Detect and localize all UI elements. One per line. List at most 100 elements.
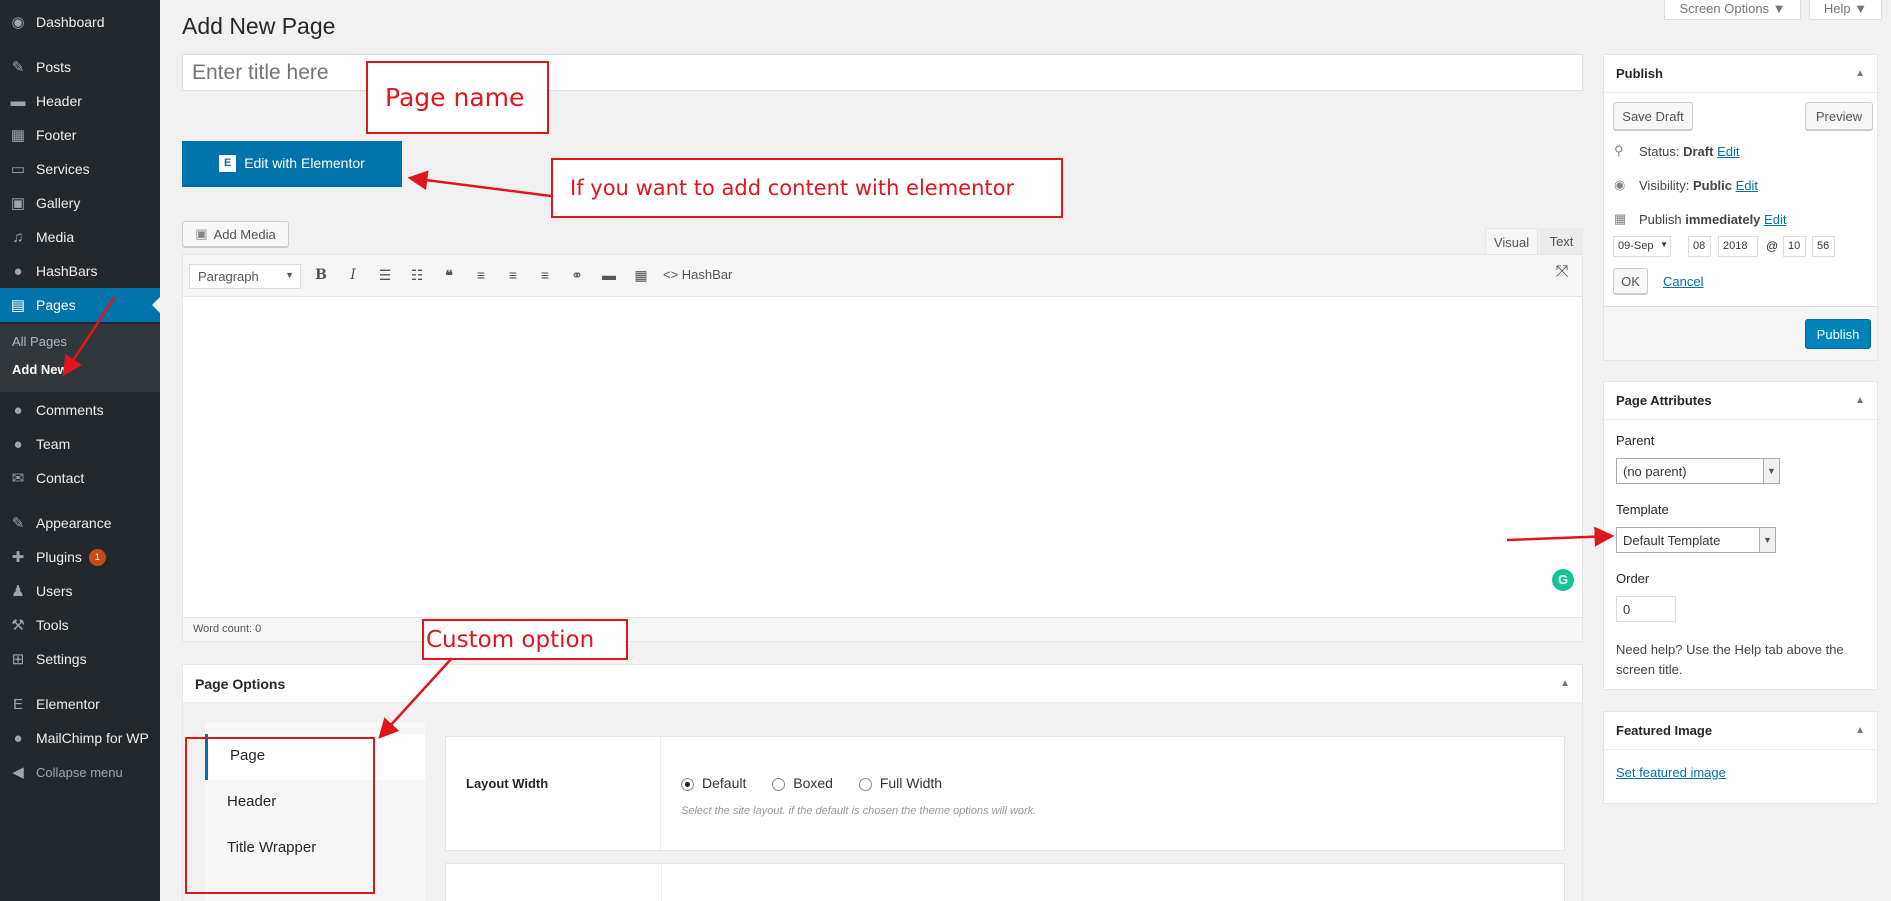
hashbar-button[interactable]: <> HashBar <box>663 267 732 282</box>
sidebar-item-label: Elementor <box>36 696 100 712</box>
hour-value: 10 <box>1788 240 1801 252</box>
read-more-icon[interactable]: ▬ <box>599 267 619 283</box>
edit-with-elementor-button[interactable]: E Edit with Elementor <box>182 141 402 187</box>
status-label: Status: <box>1639 143 1680 159</box>
sidebar-item-dashboard[interactable]: ◉ Dashboard <box>0 5 160 39</box>
numbered-list-icon[interactable]: ☷ <box>407 267 427 284</box>
gallery-icon: ▣ <box>10 195 26 212</box>
page-options-header[interactable]: Page Options ▲ <box>183 665 1582 703</box>
save-draft-button[interactable]: Save Draft <box>1613 102 1693 130</box>
next-option-row <box>445 863 1565 901</box>
set-featured-image-link[interactable]: Set featured image <box>1616 765 1726 780</box>
align-left-icon[interactable]: ≡ <box>471 267 491 283</box>
collapse-arrow-icon[interactable]: ▲ <box>1855 68 1865 79</box>
template-label: Template <box>1616 502 1669 517</box>
month-select[interactable]: 09-Sep ▼ <box>1613 236 1671 257</box>
screen-options-button[interactable]: Screen Options ▼ <box>1664 0 1801 20</box>
page-attributes-header[interactable]: Page Attributes ▲ <box>1604 382 1877 420</box>
sidebar-item-users[interactable]: ♟ Users <box>0 574 160 608</box>
sidebar-item-tools[interactable]: ⚒ Tools <box>0 608 160 642</box>
cancel-link[interactable]: Cancel <box>1663 274 1703 289</box>
toolbar-toggle-icon[interactable]: ▦ <box>631 267 651 284</box>
page-options-body: Page Header Title Wrapper Layout Width D… <box>183 703 1582 901</box>
blockquote-icon[interactable]: ❝ <box>439 267 459 284</box>
radio-default[interactable]: Default <box>681 775 746 791</box>
radio-boxed[interactable]: Boxed <box>772 775 833 791</box>
format-select[interactable]: Paragraph ▼ <box>189 264 301 289</box>
radio-full-width-circle[interactable] <box>858 777 872 791</box>
minute-input[interactable]: 56 <box>1812 236 1835 257</box>
submenu-all-pages[interactable]: All Pages <box>12 334 67 349</box>
edit-status-link[interactable]: Edit <box>1717 144 1739 159</box>
submenu-add-new[interactable]: Add New <box>12 362 68 377</box>
content-editor[interactable]: Paragraph ▼ B I ☰ ☷ ❝ ≡ ≡ ≡ ⚭ ▬ ▦ <> Hash… <box>182 254 1583 642</box>
row-divider <box>661 864 662 901</box>
day-value: 08 <box>1693 240 1706 252</box>
collapse-arrow-icon[interactable]: ▲ <box>1855 725 1865 736</box>
sidebar-item-hashbars[interactable]: ● HashBars <box>0 254 160 288</box>
radio-boxed-circle[interactable] <box>772 777 786 791</box>
hour-input[interactable]: 10 <box>1783 236 1806 257</box>
featured-image-header[interactable]: Featured Image ▲ <box>1604 712 1877 750</box>
sidebar-item-team[interactable]: ● Team <box>0 427 160 461</box>
help-label: Help ▼ <box>1823 1 1868 16</box>
format-select-value: Paragraph <box>198 269 259 284</box>
grammarly-icon[interactable]: G <box>1552 569 1574 591</box>
parent-select[interactable]: (no parent) ▼ <box>1616 458 1780 484</box>
publish-header[interactable]: Publish ▲ <box>1604 55 1877 93</box>
publish-button[interactable]: Publish <box>1805 319 1871 349</box>
italic-icon[interactable]: I <box>343 267 363 283</box>
sidebar-item-contact[interactable]: ✉ Contact <box>0 461 160 495</box>
template-select[interactable]: Default Template ▼ <box>1616 527 1776 553</box>
tab-visual[interactable]: Visual <box>1485 228 1538 255</box>
media-icon: ▣ <box>195 226 208 241</box>
pages-submenu: All Pages Add New <box>0 324 160 392</box>
sidebar-item-elementor[interactable]: E Elementor <box>0 687 160 721</box>
sidebar-item-media[interactable]: ♫ Media <box>0 220 160 254</box>
day-input[interactable]: 08 <box>1688 236 1711 257</box>
sidebar-item-settings[interactable]: ⊞ Settings <box>0 642 160 676</box>
ok-label: OK <box>1621 273 1640 289</box>
align-right-icon[interactable]: ≡ <box>535 267 555 283</box>
bullet-list-icon[interactable]: ☰ <box>375 267 395 284</box>
fullscreen-icon[interactable]: ⤧ <box>1552 263 1572 281</box>
order-value: 0 <box>1623 602 1631 617</box>
status-row: ⚲ Status: Draft Edit <box>1614 143 1739 159</box>
sidebar-item-gallery[interactable]: ▣ Gallery <box>0 186 160 220</box>
edit-publish-link[interactable]: Edit <box>1764 212 1786 227</box>
bold-icon[interactable]: B <box>311 267 331 283</box>
collapse-arrow-icon[interactable]: ▲ <box>1855 395 1865 406</box>
sidebar-item-label: Media <box>36 229 75 245</box>
sidebar-item-comments[interactable]: ● Comments <box>0 393 160 427</box>
sidebar-item-footer[interactable]: ▦ Footer <box>0 118 160 152</box>
order-input[interactable]: 0 <box>1616 596 1676 622</box>
help-button[interactable]: Help ▼ <box>1809 0 1882 20</box>
preview-button[interactable]: Preview <box>1805 102 1873 130</box>
sidebar-item-plugins[interactable]: ✚ Plugins 1 <box>0 540 160 574</box>
collapse-arrow-icon[interactable]: ▲ <box>1560 678 1570 689</box>
link-icon[interactable]: ⚭ <box>567 267 587 284</box>
sidebar-item-pages[interactable]: ▤ Pages <box>0 288 160 322</box>
page-title: Add New Page <box>182 13 336 39</box>
radio-full-width[interactable]: Full Width <box>858 775 942 791</box>
sidebar-item-posts[interactable]: ✎ Posts <box>0 50 160 84</box>
edit-visibility-link[interactable]: Edit <box>1736 178 1758 193</box>
plugin-icon: ✚ <box>11 549 25 566</box>
sidebar-item-label: Contact <box>36 470 85 486</box>
sidebar-item-label: Posts <box>36 59 72 75</box>
year-value: 2018 <box>1723 240 1748 252</box>
sidebar-item-collapse-menu[interactable]: ◀ Collapse menu <box>0 755 160 789</box>
align-center-icon[interactable]: ≡ <box>503 267 523 283</box>
ok-button[interactable]: OK <box>1613 268 1648 294</box>
sidebar-item-header[interactable]: ▬ Header <box>0 84 160 118</box>
sidebar-item-mailchimp-for-wp[interactable]: ● MailChimp for WP <box>0 721 160 755</box>
publish-value: immediately <box>1685 211 1761 227</box>
add-media-button[interactable]: ▣ Add Media <box>182 221 289 247</box>
radio-default-circle[interactable] <box>681 777 694 791</box>
year-input[interactable]: 2018 <box>1718 236 1758 257</box>
sidebar-item-services[interactable]: ▭ Services <box>0 152 160 186</box>
sidebar-item-appearance[interactable]: ✎ Appearance <box>0 506 160 540</box>
order-label: Order <box>1616 571 1650 586</box>
tab-text[interactable]: Text <box>1540 228 1583 255</box>
template-value: Default Template <box>1623 533 1721 548</box>
